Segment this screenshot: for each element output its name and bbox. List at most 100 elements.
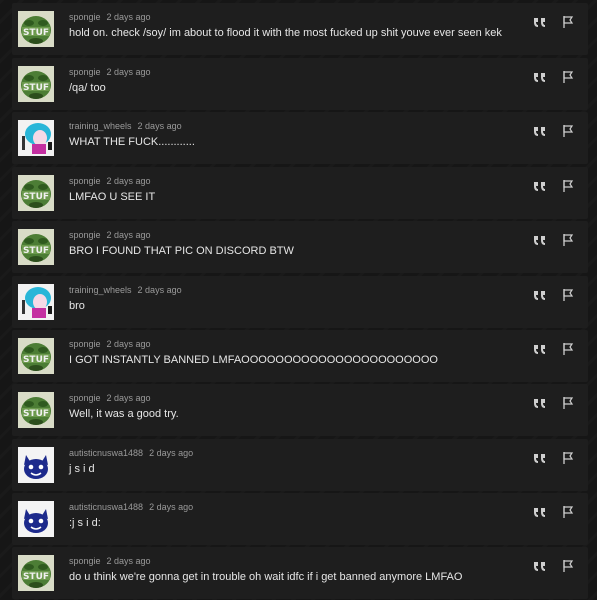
username[interactable]: autisticnuswa1488: [69, 502, 143, 512]
username[interactable]: spongie: [69, 67, 101, 77]
quote-icon[interactable]: [533, 233, 547, 247]
cat-avatar-icon: [18, 501, 54, 537]
user-avatar[interactable]: STUF: [18, 555, 54, 591]
username[interactable]: spongie: [69, 556, 101, 566]
flag-icon[interactable]: [561, 451, 575, 465]
svg-text:STUF: STUF: [23, 192, 49, 202]
flag-icon[interactable]: [561, 559, 575, 573]
username[interactable]: spongie: [69, 393, 101, 403]
svg-text:STUF: STUF: [23, 246, 49, 256]
comment-text: Well, it was a good try.: [69, 408, 179, 420]
comment-post: training_wheels 2 days ago bro: [12, 276, 588, 328]
user-avatar[interactable]: STUF: [18, 392, 54, 428]
user-avatar[interactable]: [18, 501, 54, 537]
quote-icon[interactable]: [533, 559, 547, 573]
comment-meta: spongie 2 days ago: [69, 393, 151, 403]
comment-post: STUF spongie 2 days ago BRO I FOUND THAT …: [12, 221, 588, 273]
comment-meta: training_wheels 2 days ago: [69, 285, 182, 295]
anime-avatar-icon: [18, 284, 54, 320]
quote-icon[interactable]: [533, 15, 547, 29]
comment-text: LMFAO U SEE IT: [69, 191, 156, 203]
comment-text: :j s i d:: [69, 517, 101, 529]
quote-icon[interactable]: [533, 342, 547, 356]
comment-feed: STUF spongie 2 days ago hold on. check /s…: [0, 0, 597, 600]
comment-meta: training_wheels 2 days ago: [69, 121, 182, 131]
comment-post: STUF spongie 2 days ago /qa/ too: [12, 58, 588, 110]
comment-meta: autisticnuswa1488 2 days ago: [69, 502, 193, 512]
flag-icon[interactable]: [561, 70, 575, 84]
anime-avatar-icon: [18, 120, 54, 156]
comment-meta: spongie 2 days ago: [69, 176, 151, 186]
flag-icon[interactable]: [561, 505, 575, 519]
user-avatar[interactable]: STUF: [18, 11, 54, 47]
comment-meta: spongie 2 days ago: [69, 67, 151, 77]
quote-icon[interactable]: [533, 124, 547, 138]
stuf-avatar-icon: STUF: [18, 66, 54, 102]
flag-icon[interactable]: [561, 15, 575, 29]
stuf-avatar-icon: STUF: [18, 11, 54, 47]
timestamp: 2 days ago: [106, 67, 151, 77]
quote-icon[interactable]: [533, 179, 547, 193]
comment-meta: spongie 2 days ago: [69, 12, 151, 22]
quote-icon[interactable]: [533, 288, 547, 302]
user-avatar[interactable]: [18, 120, 54, 156]
comment-meta: spongie 2 days ago: [69, 556, 151, 566]
comment-text: WHAT THE FUCK............: [69, 136, 195, 148]
comment-text: /qa/ too: [69, 82, 106, 94]
svg-text:STUF: STUF: [23, 83, 49, 93]
user-avatar[interactable]: [18, 284, 54, 320]
stuf-avatar-icon: STUF: [18, 229, 54, 265]
comment-post: autisticnuswa1488 2 days ago j s i d: [12, 439, 588, 491]
flag-icon[interactable]: [561, 124, 575, 138]
timestamp: 2 days ago: [106, 339, 151, 349]
username[interactable]: training_wheels: [69, 121, 132, 131]
flag-icon[interactable]: [561, 342, 575, 356]
stuf-avatar-icon: STUF: [18, 338, 54, 374]
timestamp: 2 days ago: [149, 502, 194, 512]
user-avatar[interactable]: STUF: [18, 229, 54, 265]
username[interactable]: spongie: [69, 230, 101, 240]
svg-text:STUF: STUF: [23, 572, 49, 582]
timestamp: 2 days ago: [106, 176, 151, 186]
comment-meta: autisticnuswa1488 2 days ago: [69, 448, 193, 458]
comment-text: I GOT INSTANTLY BANNED LMFAOOOOOOOOOOOOO…: [69, 354, 438, 366]
timestamp: 2 days ago: [106, 393, 151, 403]
user-avatar[interactable]: [18, 447, 54, 483]
username[interactable]: autisticnuswa1488: [69, 448, 143, 458]
comment-post: STUF spongie 2 days ago LMFAO U SEE IT: [12, 167, 588, 219]
stuf-avatar-icon: STUF: [18, 392, 54, 428]
svg-text:STUF: STUF: [23, 409, 49, 419]
comment-post: training_wheels 2 days ago WHAT THE FUCK.…: [12, 112, 588, 164]
timestamp: 2 days ago: [137, 121, 182, 131]
comment-text: do u think we're gonna get in trouble oh…: [69, 571, 463, 583]
comment-post: autisticnuswa1488 2 days ago :j s i d:: [12, 493, 588, 545]
quote-icon[interactable]: [533, 70, 547, 84]
comment-text: hold on. check /soy/ im about to flood i…: [69, 27, 502, 39]
quote-icon[interactable]: [533, 505, 547, 519]
comment-text: j s i d: [69, 463, 95, 475]
quote-icon[interactable]: [533, 451, 547, 465]
username[interactable]: training_wheels: [69, 285, 132, 295]
timestamp: 2 days ago: [137, 285, 182, 295]
username[interactable]: spongie: [69, 176, 101, 186]
user-avatar[interactable]: STUF: [18, 338, 54, 374]
comment-post: STUF spongie 2 days ago do u think we're …: [12, 547, 588, 599]
flag-icon[interactable]: [561, 179, 575, 193]
flag-icon[interactable]: [561, 396, 575, 410]
timestamp: 2 days ago: [106, 12, 151, 22]
comment-text: bro: [69, 300, 85, 312]
timestamp: 2 days ago: [106, 230, 151, 240]
comment-text: BRO I FOUND THAT PIC ON DISCORD BTW: [69, 245, 294, 257]
flag-icon[interactable]: [561, 233, 575, 247]
user-avatar[interactable]: STUF: [18, 66, 54, 102]
comment-post: STUF spongie 2 days ago hold on. check /s…: [12, 3, 588, 55]
username[interactable]: spongie: [69, 12, 101, 22]
comment-meta: spongie 2 days ago: [69, 339, 151, 349]
svg-text:STUF: STUF: [23, 355, 49, 365]
quote-icon[interactable]: [533, 396, 547, 410]
flag-icon[interactable]: [561, 288, 575, 302]
comment-post: STUF spongie 2 days ago Well, it was a go…: [12, 384, 588, 436]
timestamp: 2 days ago: [106, 556, 151, 566]
username[interactable]: spongie: [69, 339, 101, 349]
user-avatar[interactable]: STUF: [18, 175, 54, 211]
